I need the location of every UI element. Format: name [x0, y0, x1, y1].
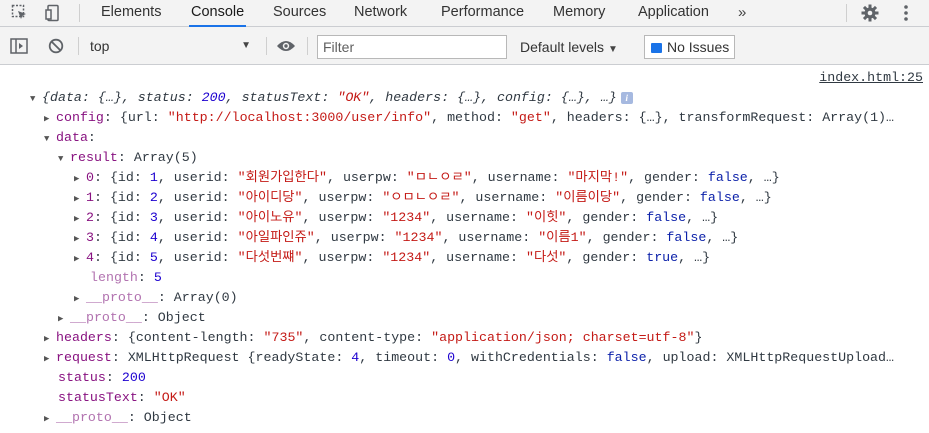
- context-selector-value: top: [90, 38, 110, 54]
- collapsed-triangle-icon[interactable]: ▶: [44, 349, 56, 369]
- tab-elements[interactable]: Elements: [99, 0, 163, 26]
- toolbar-divider: [266, 37, 267, 55]
- toolbar-divider: [307, 37, 308, 55]
- collapsed-triangle-icon[interactable]: ▶: [44, 109, 56, 129]
- context-selector[interactable]: top ▼: [84, 34, 259, 58]
- log-levels-dropdown[interactable]: Default levels ▼: [520, 36, 618, 58]
- tab-network[interactable]: Network: [352, 0, 409, 26]
- collapsed-triangle-icon[interactable]: ▶: [44, 409, 56, 429]
- tab-console[interactable]: Console: [189, 0, 247, 27]
- source-link[interactable]: index.html:25: [819, 68, 923, 88]
- tree-row-length: length: 5: [90, 270, 162, 285]
- toolbar-divider: [846, 4, 847, 22]
- collapsed-triangle-icon[interactable]: ▶: [74, 289, 86, 309]
- tree-row-result[interactable]: ▼ result: Array(5): [58, 148, 198, 168]
- collapsed-triangle-icon[interactable]: ▶: [74, 229, 86, 249]
- inspect-element-icon[interactable]: [9, 3, 31, 23]
- collapsed-triangle-icon[interactable]: ▶: [58, 309, 70, 329]
- info-icon[interactable]: i: [620, 92, 633, 104]
- tree-row-headers[interactable]: ▶ headers: {content-length: "735", conten…: [44, 328, 702, 348]
- toolbar-divider: [78, 37, 79, 55]
- expanded-triangle-icon[interactable]: ▼: [58, 149, 70, 169]
- tab-application[interactable]: Application: [636, 0, 711, 26]
- list-item-user[interactable]: ▶ 4: {id: 5, userid: "다섯번쨰", userpw: "123…: [74, 248, 710, 268]
- console-toolbar: top ▼ Default levels▼ No Issues: [0, 27, 929, 65]
- tree-row-proto-object-root[interactable]: ▶ __proto__: Object: [44, 408, 192, 428]
- live-expression-eye-icon[interactable]: [275, 36, 297, 56]
- tree-row-status: status: 200: [58, 370, 146, 385]
- expanded-triangle-icon[interactable]: ▼: [30, 89, 42, 109]
- dropdown-arrow-icon: ▼: [608, 44, 618, 55]
- issues-label: No Issues: [667, 39, 730, 55]
- list-item-user[interactable]: ▶ 1: {id: 2, userid: "아이디당", userpw: "ㅇㅁㄴ…: [74, 188, 772, 208]
- devtools-tab-bar: Elements Console Sources Network Perform…: [0, 0, 929, 27]
- tree-row-config[interactable]: ▶ config: {url: "http://localhost:3000/us…: [44, 108, 894, 128]
- tab-sources[interactable]: Sources: [271, 0, 328, 26]
- collapsed-triangle-icon[interactable]: ▶: [74, 209, 86, 229]
- console-output: index.html:25 ▼ {data: {…}, status: 200, …: [0, 66, 929, 433]
- log-object-summary[interactable]: ▼ {data: {…}, status: 200, statusText: "O…: [30, 88, 633, 108]
- sidebar-toggle-icon[interactable]: [8, 36, 30, 56]
- issues-icon: [651, 43, 662, 53]
- more-options-kebab-icon[interactable]: [895, 3, 917, 23]
- collapsed-triangle-icon[interactable]: ▶: [44, 329, 56, 349]
- tree-row-data[interactable]: ▼ data:: [44, 128, 96, 148]
- toolbar-divider: [79, 4, 80, 22]
- dropdown-arrow-icon: ▼: [241, 40, 251, 51]
- tree-row-status-text: statusText: "OK": [58, 390, 186, 405]
- tree-row-request[interactable]: ▶ request: XMLHttpRequest {readyState: 4,…: [44, 348, 894, 368]
- list-item-user[interactable]: ▶ 0: {id: 1, userid: "회원가입한다", userpw: "ㅁ…: [74, 168, 780, 188]
- filter-input[interactable]: [317, 35, 507, 59]
- expanded-triangle-icon[interactable]: ▼: [44, 129, 56, 149]
- tree-row-proto-array[interactable]: ▶ __proto__: Array(0): [74, 288, 238, 308]
- list-item-user[interactable]: ▶ 3: {id: 4, userid: "아일파인쥬", userpw: "12…: [74, 228, 738, 248]
- collapsed-triangle-icon[interactable]: ▶: [74, 169, 86, 189]
- list-item-user[interactable]: ▶ 2: {id: 3, userid: "아이노유", userpw: "123…: [74, 208, 718, 228]
- clear-console-icon[interactable]: [45, 36, 67, 56]
- collapsed-triangle-icon[interactable]: ▶: [74, 249, 86, 269]
- collapsed-triangle-icon[interactable]: ▶: [74, 189, 86, 209]
- tree-row-proto-object[interactable]: ▶ __proto__: Object: [58, 308, 206, 328]
- issues-button[interactable]: No Issues: [644, 35, 735, 59]
- tab-performance[interactable]: Performance: [439, 0, 526, 26]
- settings-gear-icon[interactable]: [859, 3, 881, 23]
- tab-memory[interactable]: Memory: [551, 0, 607, 26]
- device-toolbar-icon[interactable]: [43, 3, 65, 23]
- more-tabs-button[interactable]: »: [738, 0, 746, 26]
- log-levels-label: Default levels: [520, 39, 605, 55]
